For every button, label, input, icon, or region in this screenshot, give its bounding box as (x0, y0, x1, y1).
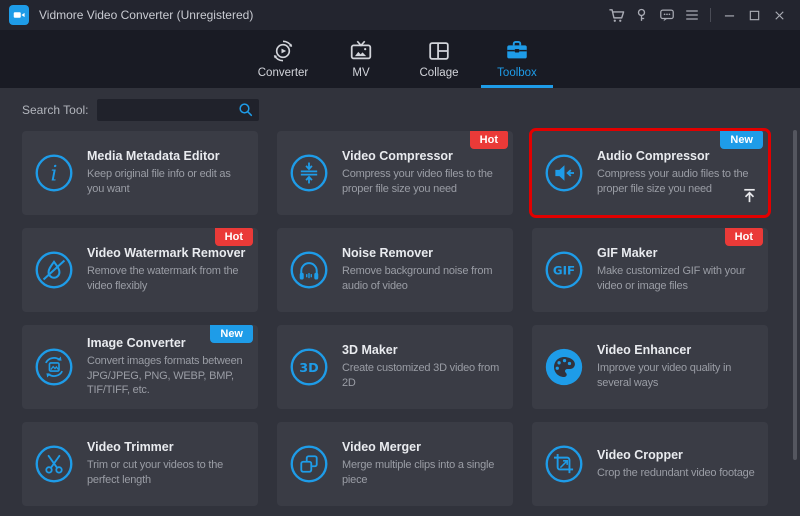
badge: Hot (215, 228, 253, 246)
mv-icon (348, 37, 374, 64)
tool-card-3d-maker[interactable]: 3D 3D Maker Create customized 3D video f… (277, 325, 513, 409)
tool-title: Video Watermark Remover (87, 246, 248, 260)
tool-title: Noise Remover (342, 246, 503, 260)
gif-maker-icon: GIF (544, 250, 584, 290)
cart-icon[interactable] (604, 2, 629, 28)
tab-label: Toolbox (497, 67, 537, 79)
tool-card-image-converter[interactable]: New Image Converter Convert images forma… (22, 325, 258, 409)
tab-label: Converter (258, 67, 309, 79)
tool-card-video-watermark-remover[interactable]: Hot Video Watermark Remover Remove the w… (22, 228, 258, 312)
tool-description: Remove background noise from audio of vi… (342, 264, 503, 293)
tool-title: 3D Maker (342, 343, 503, 357)
tool-description: Convert images formats between JPG/JPEG,… (87, 354, 248, 398)
tool-description: Remove the watermark from the video flex… (87, 264, 248, 293)
tool-title: Video Enhancer (597, 343, 758, 357)
badge: New (210, 325, 253, 343)
search-icon[interactable] (233, 102, 259, 117)
3d-maker-icon: 3D (289, 347, 329, 387)
video-trimmer-icon (34, 444, 74, 484)
titlebar: Vidmore Video Converter (Unregistered) (0, 0, 800, 30)
tool-card-video-merger[interactable]: Video Merger Merge multiple clips into a… (277, 422, 513, 506)
svg-text:i: i (51, 161, 58, 186)
tool-card-video-compressor[interactable]: Hot Video Compressor Compress your video… (277, 131, 513, 215)
tool-title: GIF Maker (597, 246, 758, 260)
feedback-icon[interactable] (654, 2, 679, 28)
app-logo-icon (9, 5, 29, 25)
svg-text:3D: 3D (299, 360, 318, 375)
tool-description: Improve your video quality in several wa… (597, 361, 758, 390)
badge: Hot (470, 131, 508, 149)
search-box (97, 99, 259, 121)
tool-description: Create customized 3D video from 2D (342, 361, 503, 390)
minimize-button[interactable] (717, 2, 742, 28)
app-window: { "titlebar": { "title": "Vidmore Video … (0, 0, 800, 516)
tool-card-video-enhancer[interactable]: Video Enhancer Improve your video qualit… (532, 325, 768, 409)
tool-card-video-trimmer[interactable]: Video Trimmer Trim or cut your videos to… (22, 422, 258, 506)
tool-title: Audio Compressor (597, 149, 758, 163)
tool-card-audio-compressor[interactable]: New Audio Compressor Compress your audio… (532, 131, 768, 215)
tool-title: Video Compressor (342, 149, 503, 163)
tool-title: Video Trimmer (87, 440, 248, 454)
close-button[interactable] (767, 2, 792, 28)
tool-card-media-metadata-editor[interactable]: i Media Metadata Editor Keep original fi… (22, 131, 258, 215)
tool-card-gif-maker[interactable]: Hot GIF GIF Maker Make customized GIF wi… (532, 228, 768, 312)
window-title: Vidmore Video Converter (Unregistered) (39, 8, 253, 22)
collage-icon (426, 37, 452, 64)
svg-text:GIF: GIF (553, 264, 575, 278)
tool-description: Compress your video files to the proper … (342, 167, 503, 196)
tool-description: Trim or cut your videos to the perfect l… (87, 458, 248, 487)
tool-title: Video Cropper (597, 448, 758, 462)
tool-card-noise-remover[interactable]: Noise Remover Remove background noise fr… (277, 228, 513, 312)
tool-description: Merge multiple clips into a single piece (342, 458, 503, 487)
tab-collage[interactable]: Collage (400, 30, 478, 88)
maximize-button[interactable] (742, 2, 767, 28)
tool-title: Media Metadata Editor (87, 149, 248, 163)
scrollbar[interactable] (793, 130, 797, 460)
audio-compress-icon (544, 153, 584, 193)
badge: New (720, 131, 763, 149)
info-icon: i (34, 153, 74, 193)
noise-remover-icon (289, 250, 329, 290)
open-tool-arrow-icon[interactable] (740, 186, 759, 210)
tab-label: MV (352, 67, 369, 79)
tool-description: Make customized GIF with your video or i… (597, 264, 758, 293)
menu-icon[interactable] (679, 2, 704, 28)
search-label: Search Tool: (22, 103, 89, 117)
video-cropper-icon (544, 444, 584, 484)
video-merger-icon (289, 444, 329, 484)
badge: Hot (725, 228, 763, 246)
converter-icon (270, 37, 296, 64)
tool-description: Compress your audio files to the proper … (597, 167, 758, 196)
titlebar-divider (710, 8, 711, 22)
titlebar-actions (604, 2, 792, 28)
tool-card-video-cropper[interactable]: Video Cropper Crop the redundant video f… (532, 422, 768, 506)
tool-description: Crop the redundant video footage (597, 466, 758, 481)
key-icon[interactable] (629, 2, 654, 28)
tab-label: Collage (420, 67, 459, 79)
image-converter-icon (34, 347, 74, 387)
tab-toolbox[interactable]: Toolbox (478, 30, 556, 88)
tab-converter[interactable]: Converter (244, 30, 322, 88)
tool-description: Keep original file info or edit as you w… (87, 167, 248, 196)
tool-grid: i Media Metadata Editor Keep original fi… (0, 131, 800, 506)
tab-mv[interactable]: MV (322, 30, 400, 88)
video-enhancer-icon (544, 347, 584, 387)
watermark-remover-icon (34, 250, 74, 290)
toolbox-icon (504, 37, 530, 64)
search-row: Search Tool: (0, 88, 800, 131)
tool-title: Video Merger (342, 440, 503, 454)
tabbar: Converter MV Collage Toolbox (0, 30, 800, 88)
video-compress-icon (289, 153, 329, 193)
search-input[interactable] (97, 99, 233, 121)
